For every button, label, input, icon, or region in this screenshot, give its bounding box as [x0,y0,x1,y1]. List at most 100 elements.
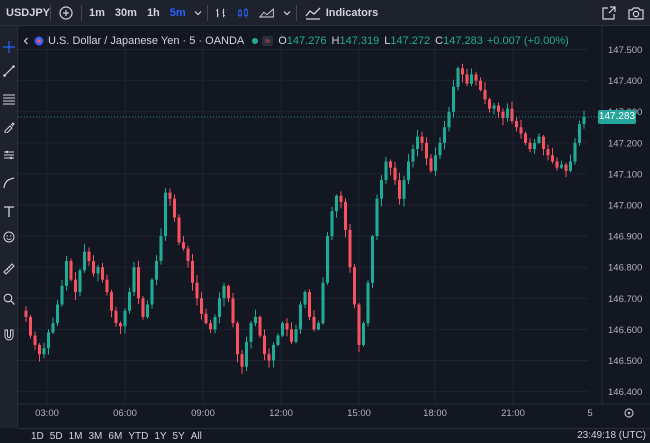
candle-body [33,335,37,345]
candle-body [339,195,343,202]
candle-body [222,285,226,299]
range-bar: 1D 5D 1M 3M 6M YTD 1Y 5Y All 23:49:18 (U… [18,428,650,443]
flag-icon [34,36,44,46]
range-6m-button[interactable]: 6M [105,431,125,442]
fib-tool[interactable] [2,92,16,106]
range-1y-button[interactable]: 1Y [151,431,169,442]
candle-body [298,304,303,330]
range-3m-button[interactable]: 3M [86,431,106,442]
candle-body [411,149,415,162]
top-right-tools [596,0,650,26]
settings-icon[interactable] [624,408,634,418]
emoji-tool[interactable] [2,230,16,244]
candle-body [249,323,253,342]
collapse-chevron-icon[interactable] [22,37,30,45]
x-tick-label: 21:00 [501,408,525,419]
candle-body [285,323,289,330]
candle-body [528,142,532,150]
candle-body [82,251,87,271]
chart-legend: U.S. Dollar / Japanese Yen · 5 · OANDA ≈… [22,32,569,50]
area-style-button[interactable] [254,0,280,26]
brush-tool[interactable] [2,120,16,134]
range-all-button[interactable]: All [188,431,205,442]
candle-body [555,161,559,168]
candle-body [523,133,528,143]
ruler-tool[interactable] [2,262,16,276]
symbol-search-button[interactable]: USDJPY [0,0,50,26]
candle-body [136,267,141,299]
candle-body [213,316,217,330]
approx-tag: ≈ [262,36,274,46]
range-ytd-button[interactable]: YTD [125,431,151,442]
y-tick-label: 146.600 [608,325,642,336]
screenshot-button[interactable] [622,0,650,26]
candle-body [460,68,465,75]
trend-line-tool[interactable] [2,64,16,78]
x-tick-label: 18:00 [423,408,447,419]
range-1m-button[interactable]: 1M [66,431,86,442]
price-chart[interactable]: 147.500147.400147.300147.200147.100147.0… [18,26,650,428]
interval-1h-button[interactable]: 1h [142,0,165,26]
candle-body [78,270,82,293]
candle-body [289,329,294,342]
change-value: +0.007 (+0.00%) [486,35,569,47]
candle-body [559,164,564,168]
candle-body [469,74,474,84]
expand-icon [602,6,616,20]
candle-body [564,164,568,171]
candle-body [474,74,478,81]
toolbar-divider [295,4,297,21]
candle-style-button[interactable] [232,0,254,26]
chart-type-dropdown-button[interactable] [280,0,294,26]
pattern-tool[interactable] [2,176,16,190]
compare-symbol-button[interactable] [53,0,79,26]
interval-5m-button[interactable]: 5m [165,0,191,26]
range-5y-button[interactable]: 5Y [170,431,188,442]
market-open-indicator [252,38,259,44]
candle-body [361,323,366,345]
candle-body [42,348,46,355]
candle-body [60,285,64,305]
interval-dropdown-button[interactable] [191,0,205,26]
range-1d-button[interactable]: 1D [28,431,47,442]
pitchfork-tool[interactable] [2,148,16,162]
close-value: 147.283 [443,35,483,47]
candle-body [483,89,487,100]
interval-1m-button[interactable]: 1m [84,0,110,26]
candle-body [55,304,60,324]
camera-icon [628,7,644,20]
candle-body [159,236,163,261]
candle-body [231,298,235,324]
interval-30m-button[interactable]: 30m [110,0,142,26]
candle-body [325,236,330,283]
candle-body [307,292,312,317]
indicators-button[interactable]: Indicators [299,0,384,26]
x-tick-label: 12:00 [269,408,293,419]
drawing-toolbar [0,26,18,428]
candle-body [442,127,447,143]
crosshair-tool[interactable] [2,40,16,54]
text-icon [4,206,14,217]
x-tick-label: 06:00 [113,408,137,419]
candle-body [145,304,150,317]
text-tool[interactable] [2,204,16,218]
candle-body [465,74,469,84]
bar-style-button[interactable] [210,0,232,26]
candle-body [100,267,105,280]
candle-body [397,180,402,199]
pitchfork-icon [4,150,14,160]
candle-body [573,142,577,162]
magnet-tool[interactable] [2,328,16,342]
candle-body [96,267,100,274]
candle-body [91,260,96,274]
candle-body [114,310,118,324]
y-tick-label: 146.400 [608,387,642,398]
candle-body [343,201,348,230]
zoom-tool[interactable] [2,292,16,306]
utc-clock[interactable]: 23:49:18 (UTC) [577,430,646,441]
candle-body [379,180,384,199]
toolbar-divider [81,4,82,21]
range-5d-button[interactable]: 5D [47,431,66,442]
fullscreen-button[interactable] [596,0,622,26]
candle-body [582,117,586,125]
